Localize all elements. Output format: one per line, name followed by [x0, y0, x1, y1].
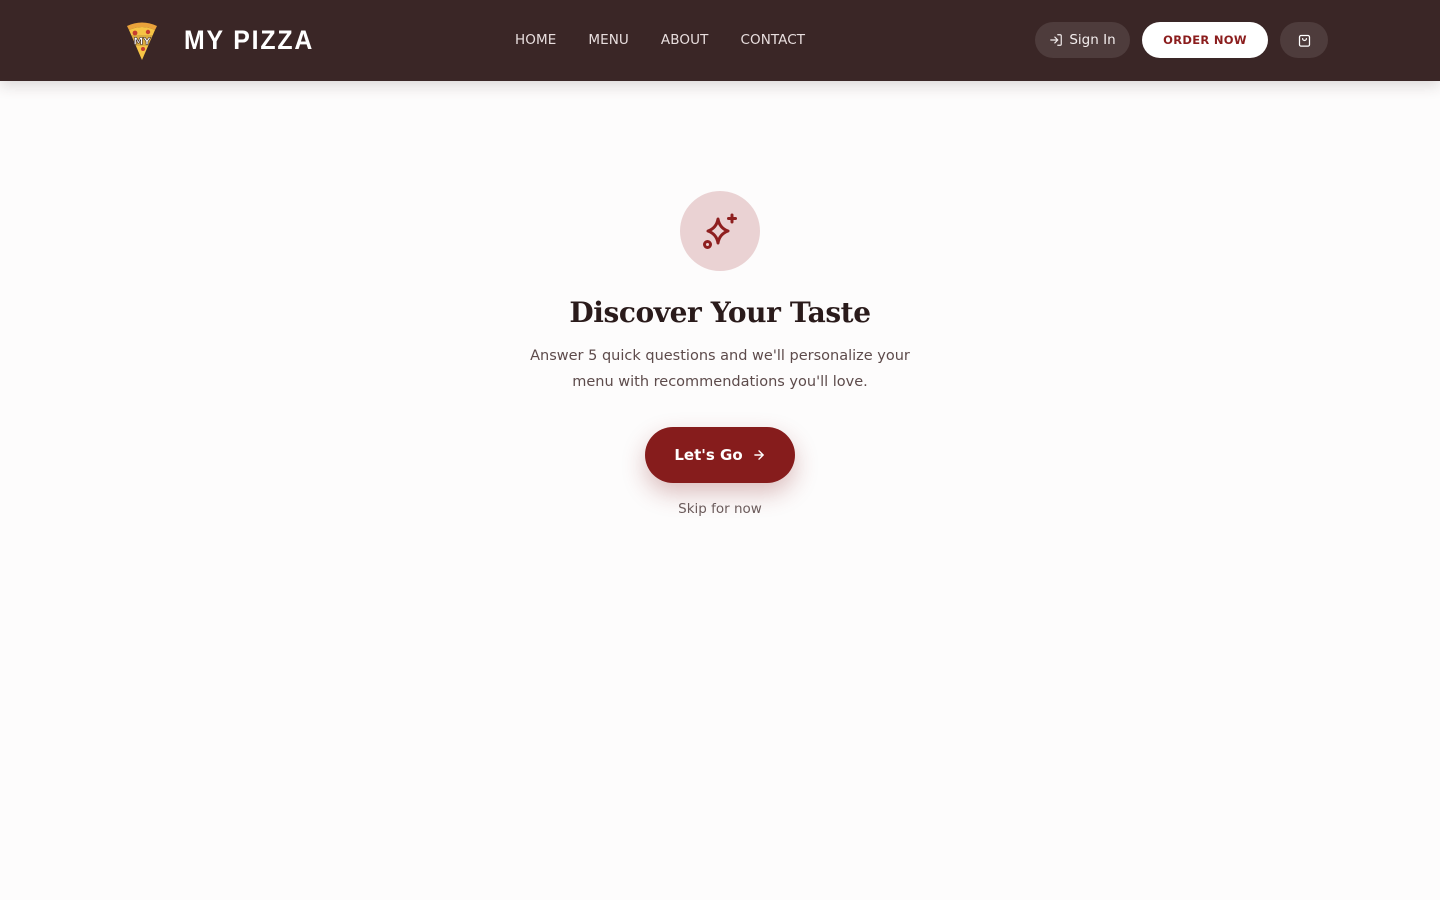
shopping-bag-icon — [1298, 34, 1310, 47]
nav-link-contact[interactable]: CONTACT — [740, 30, 805, 50]
sign-in-button[interactable]: Sign In — [1035, 22, 1130, 58]
cart-button[interactable] — [1280, 22, 1328, 58]
site-header: MY MY PIZZA HOME MENU ABOUT CONTACT Sign… — [0, 0, 1440, 81]
arrow-right-icon — [753, 450, 764, 460]
sign-in-label: Sign In — [1069, 32, 1116, 48]
main-nav: HOME MENU ABOUT CONTACT — [515, 30, 805, 50]
brand-name: MY PIZZA — [184, 24, 315, 55]
nav-link-home[interactable]: HOME — [515, 30, 556, 50]
lets-go-button[interactable]: Let's Go — [645, 427, 795, 483]
nav-link-about[interactable]: ABOUT — [661, 30, 709, 50]
page-title: Discover Your Taste — [569, 296, 871, 329]
nav-link-menu[interactable]: MENU — [588, 30, 629, 50]
page-subtitle: Answer 5 quick questions and we'll perso… — [530, 348, 910, 390]
log-in-icon — [1050, 34, 1063, 46]
brand-logo-link[interactable]: MY MY PIZZA — [124, 18, 326, 62]
skip-container: Skip for now — [0, 499, 1440, 519]
lets-go-label: Let's Go — [674, 446, 743, 464]
sparkles-badge — [680, 191, 760, 271]
order-now-button[interactable]: ORDER NOW — [1142, 22, 1268, 58]
sparkles-icon — [703, 213, 737, 249]
skip-for-now-link[interactable]: Skip for now — [678, 501, 762, 517]
pizza-logo-icon: MY — [127, 22, 157, 60]
svg-text:MY: MY — [133, 37, 151, 48]
taste-quiz-intro: Discover Your Taste Answer 5 quick quest… — [0, 0, 1440, 900]
